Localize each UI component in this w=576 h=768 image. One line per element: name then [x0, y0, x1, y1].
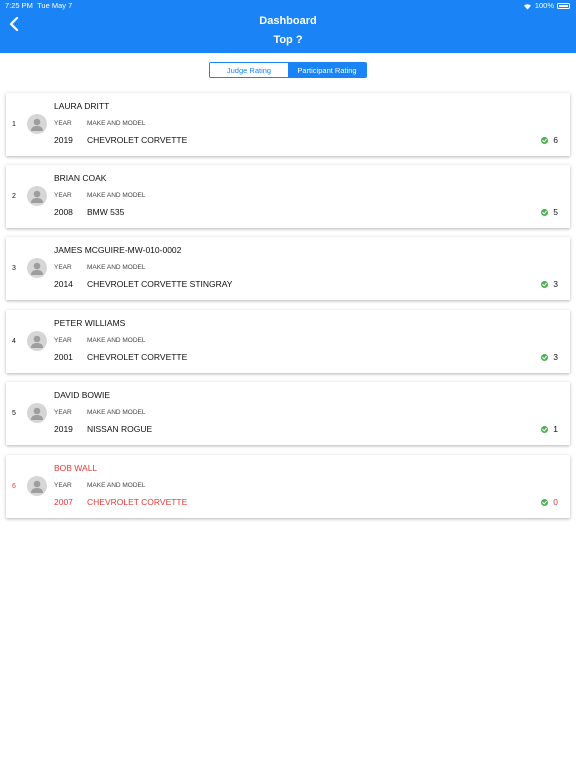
vehicle-model: NISSAN ROGUE [87, 424, 153, 434]
list-item[interactable]: 2 BRIAN COAK YEAR MAKE AND MODEL 2008 BMW 535… [6, 165, 570, 228]
avatar [27, 476, 47, 496]
participant-name: LAURA DRITT [54, 101, 110, 111]
person-icon [31, 262, 43, 275]
make-model-label: MAKE AND MODEL [87, 337, 146, 344]
status-time: 7:25 PM Tue May 7 [5, 0, 72, 12]
status-indicators: 100% [523, 0, 570, 12]
check-circle-icon [541, 498, 549, 506]
rank-number: 2 [12, 193, 16, 200]
person-icon [31, 190, 43, 203]
check-circle-icon [541, 136, 549, 144]
avatar [27, 186, 47, 206]
year-label: YEAR [54, 120, 72, 127]
score-badge: 1 [541, 424, 558, 434]
vehicle-year: 2001 [54, 352, 73, 362]
vehicle-year: 2019 [54, 135, 73, 145]
vehicle-model: CHEVROLET CORVETTE [87, 135, 188, 145]
year-label: YEAR [54, 264, 72, 271]
year-label: YEAR [54, 482, 72, 489]
vehicle-model: CHEVROLET CORVETTE STINGRAY [87, 279, 233, 289]
battery-icon [557, 3, 570, 9]
person-icon [31, 335, 43, 348]
battery-percent: 100% [534, 1, 554, 10]
vehicle-model: BMW 535 [87, 207, 125, 217]
score-badge: 3 [541, 352, 558, 362]
participant-name: DAVID BOWIE [54, 390, 111, 400]
status-clock: 7:25 PM [5, 1, 33, 10]
score-value: 3 [553, 352, 558, 362]
make-model-label: MAKE AND MODEL [87, 120, 146, 127]
score-value: 6 [553, 135, 558, 145]
make-model-label: MAKE AND MODEL [87, 264, 146, 271]
score-value: 3 [553, 279, 558, 289]
person-icon [31, 407, 43, 420]
check-circle-icon [541, 208, 549, 216]
vehicle-model: CHEVROLET CORVETTE [87, 497, 188, 507]
list-item[interactable]: 3 JAMES MCGUIRE-MW-010-0002 YEAR MAKE AND M… [6, 237, 570, 300]
page-title: Dashboard [259, 15, 317, 27]
check-circle-icon [541, 353, 549, 361]
avatar [27, 114, 47, 134]
app-header: 7:25 PM Tue May 7 100% Dashboard Top ? [0, 0, 576, 53]
vehicle-year: 2007 [54, 497, 73, 507]
participant-name: PETER WILLIAMS [54, 318, 126, 328]
score-value: 5 [553, 207, 558, 217]
year-label: YEAR [54, 192, 72, 199]
page-subtitle[interactable]: Top ? [0, 34, 576, 46]
tab-judge-rating[interactable]: Judge Rating [210, 63, 288, 77]
rank-number: 5 [12, 410, 16, 417]
score-value: 1 [553, 424, 558, 434]
avatar [27, 331, 47, 351]
score-badge: 0 [541, 497, 558, 507]
rating-segmented-control: Judge Rating Participant Rating [209, 62, 367, 78]
participant-name: BRIAN COAK [54, 173, 107, 183]
rank-number: 1 [12, 121, 16, 128]
list-item[interactable]: 5 DAVID BOWIE YEAR MAKE AND MODEL 2019 NISSAN… [6, 382, 570, 445]
status-bar: 7:25 PM Tue May 7 100% [0, 0, 576, 12]
score-badge: 3 [541, 279, 558, 289]
vehicle-model: CHEVROLET CORVETTE [87, 352, 188, 362]
list-item[interactable]: 4 PETER WILLIAMS YEAR MAKE AND MODEL 2001 CHE… [6, 310, 570, 373]
list-item[interactable]: 6 BOB WALL YEAR MAKE AND MODEL 2007 CHEVROLET… [6, 455, 570, 518]
make-model-label: MAKE AND MODEL [87, 482, 146, 489]
rank-number: 4 [12, 338, 16, 345]
year-label: YEAR [54, 337, 72, 344]
list-item[interactable]: 1 LAURA DRITT YEAR MAKE AND MODEL 2019 CHEVRO… [6, 93, 570, 156]
score-badge: 5 [541, 207, 558, 217]
check-circle-icon [541, 280, 549, 288]
person-icon [31, 480, 43, 493]
year-label: YEAR [54, 409, 72, 416]
make-model-label: MAKE AND MODEL [87, 192, 146, 199]
vehicle-year: 2008 [54, 207, 73, 217]
wifi-icon [523, 3, 531, 10]
participant-name: JAMES MCGUIRE-MW-010-0002 [54, 245, 182, 255]
avatar [27, 258, 47, 278]
tab-participant-rating[interactable]: Participant Rating [288, 63, 366, 77]
vehicle-year: 2014 [54, 279, 73, 289]
participant-name: BOB WALL [54, 463, 98, 473]
score-badge: 6 [541, 135, 558, 145]
person-icon [31, 118, 43, 131]
avatar [27, 403, 47, 423]
rank-number: 6 [12, 483, 16, 490]
score-value: 0 [553, 497, 558, 507]
rank-number: 3 [12, 265, 16, 272]
vehicle-year: 2019 [54, 424, 73, 434]
make-model-label: MAKE AND MODEL [87, 409, 146, 416]
check-circle-icon [541, 425, 549, 433]
status-date: Tue May 7 [37, 1, 73, 10]
